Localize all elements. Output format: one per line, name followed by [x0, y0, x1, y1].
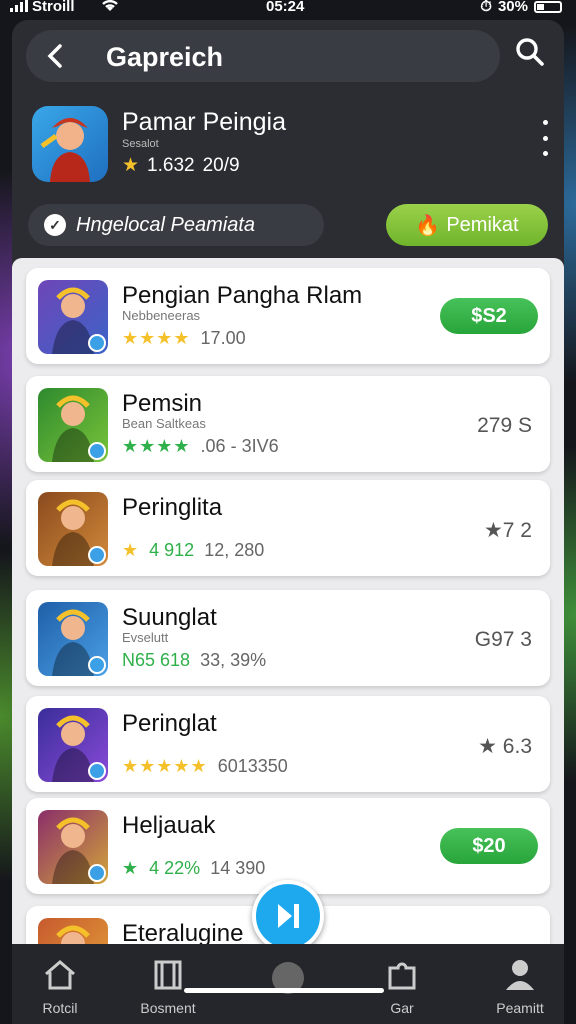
price-button[interactable]: $S2	[440, 298, 538, 334]
battery-icon	[534, 0, 562, 13]
back-arrow-icon	[47, 44, 62, 68]
rating-stars: ★	[122, 858, 140, 878]
clock: 05:24	[266, 0, 305, 15]
puzzle-icon	[388, 962, 416, 990]
home-indicator	[184, 988, 384, 993]
game-title: Pengian Pangha Rlam	[122, 282, 363, 309]
price-label: G97 3	[474, 628, 532, 651]
rating-score: 33, 39%	[200, 650, 267, 670]
more-options-icon[interactable]	[538, 120, 552, 156]
verified-badge-icon	[88, 442, 106, 460]
game-rating: ★ 4 22% 14 390	[122, 858, 265, 879]
primary-action-button[interactable]: 🔥 Pemikat	[386, 204, 548, 246]
game-title: Heljauak	[122, 812, 216, 839]
verified-badge-icon	[88, 656, 106, 674]
game-rating: ★★★★★ 6013350	[122, 756, 288, 777]
verified-badge-icon	[88, 864, 106, 882]
tab-profile-label: Peamitt	[496, 1000, 544, 1016]
game-icon[interactable]	[38, 280, 108, 354]
tab-home[interactable]: Rotcil	[12, 954, 108, 1016]
rating-stars: ★	[122, 540, 140, 560]
signal-icon	[10, 0, 28, 12]
tab-browse[interactable]: Bosment	[120, 954, 216, 1016]
verified-badge-icon	[88, 334, 106, 352]
rating-stars: ★★★★	[122, 436, 191, 456]
verified-badge-icon	[88, 762, 106, 780]
tab-home-label: Rotcil	[42, 1000, 78, 1016]
price-button[interactable]: $20	[440, 828, 538, 864]
game-rating: ★★★★ 17.00	[122, 328, 246, 349]
game-card[interactable]: Pemsin Bean Saltkeas ★★★★ .06 - 3IV6 279 S	[26, 376, 550, 472]
price-label: ★ 6.3	[478, 735, 532, 758]
rating-stars: ★★★★★	[122, 756, 208, 776]
floating-action-button[interactable]	[252, 880, 324, 952]
carrier-label: Stroill	[32, 0, 75, 15]
rating-score: .06 - 3IV6	[200, 436, 279, 456]
search-query-text[interactable]: Gapreich	[106, 42, 223, 73]
game-icon[interactable]	[38, 810, 108, 884]
tab-car[interactable]: Gar	[354, 954, 450, 1016]
tab-car-label: Gar	[390, 1000, 414, 1016]
library-icon	[154, 960, 182, 990]
game-subtitle: Evselutt	[122, 630, 169, 645]
bottom-tab-bar: Rotcil Bosment Gar Peamitt	[12, 944, 564, 1024]
star-icon: ★	[122, 155, 140, 176]
tab-browse-label: Bosment	[140, 1000, 196, 1016]
rating-stars: ★★★★	[122, 328, 191, 348]
game-subtitle: Bean Saltkeas	[122, 416, 206, 431]
game-list: Pengian Pangha Rlam Nebbeneeras ★★★★ 17.00 $…	[12, 258, 564, 948]
app-icon[interactable]	[32, 106, 108, 182]
primary-action-label: Pemikat	[446, 213, 519, 236]
app-rating: ★ 1.632 20/9	[122, 154, 240, 177]
filter-chip[interactable]: ✓ Hngelocal Peamiata	[28, 204, 324, 246]
check-icon: ✓	[44, 214, 66, 236]
search-bar[interactable]: Gapreich	[26, 30, 500, 82]
game-icon[interactable]	[38, 708, 108, 782]
rating-value: N65 618	[122, 650, 191, 670]
app-panel: Gapreich Pamar Peingia Sesalot ★ 1.632 2…	[12, 20, 564, 1024]
game-title: Pemsin	[122, 390, 203, 417]
game-rating: ★★★★ .06 - 3IV6	[122, 436, 279, 457]
game-rating: N65 618 33, 39%	[122, 650, 266, 671]
skip-play-icon	[278, 904, 299, 928]
wifi-icon	[100, 0, 120, 16]
game-card[interactable]: Peringlita ★ 4 912 12, 280 ★7 2	[26, 480, 550, 576]
game-icon[interactable]	[38, 388, 108, 462]
filter-chip-label: Hngelocal Peamiata	[76, 213, 255, 236]
app-title: Pamar Peingia	[122, 108, 286, 136]
game-icon[interactable]	[38, 602, 108, 676]
rating-score: 17.00	[200, 328, 246, 348]
alarm-icon: ⏱	[480, 0, 492, 15]
app-header: Pamar Peingia Sesalot ★ 1.632 20/9	[32, 106, 552, 186]
rating-score: 12, 280	[204, 540, 265, 560]
game-title: Peringlat	[122, 710, 217, 737]
game-card[interactable]: Suunglat Evselutt N65 618 33, 39% G97 3	[26, 590, 550, 686]
flame-icon: 🔥	[415, 214, 441, 237]
rating-value: 4 912	[149, 540, 195, 560]
app-rating-count: 20/9	[202, 154, 240, 176]
price-label: 279 S	[477, 414, 532, 437]
status-bar: Stroill 05:24 ⏱ 30%	[0, 0, 576, 18]
battery-percent: 30%	[497, 0, 528, 15]
game-rating: ★ 4 912 12, 280	[122, 540, 264, 561]
verified-badge-icon	[88, 546, 106, 564]
game-title: Suunglat	[122, 604, 217, 631]
rating-value: 4 22%	[149, 858, 201, 878]
app-subtitle: Sesalot	[122, 138, 159, 150]
rating-score: 14 390	[210, 858, 266, 878]
price-label: ★7 2	[483, 519, 532, 542]
back-button[interactable]	[40, 40, 72, 72]
search-icon	[516, 38, 544, 66]
game-card[interactable]: Peringlat ★★★★★ 6013350 ★ 6.3	[26, 696, 550, 792]
profile-icon	[506, 960, 534, 990]
rating-score: 6013350	[217, 756, 288, 776]
app-rating-value: 1.632	[147, 154, 195, 176]
home-icon	[45, 960, 75, 990]
game-card[interactable]: Pengian Pangha Rlam Nebbeneeras ★★★★ 17.00 $…	[26, 268, 550, 364]
search-button[interactable]	[512, 34, 548, 70]
game-icon[interactable]	[38, 492, 108, 566]
tab-profile[interactable]: Peamitt	[472, 954, 568, 1016]
game-title: Peringlita	[122, 494, 223, 521]
game-subtitle: Nebbeneeras	[122, 308, 201, 323]
